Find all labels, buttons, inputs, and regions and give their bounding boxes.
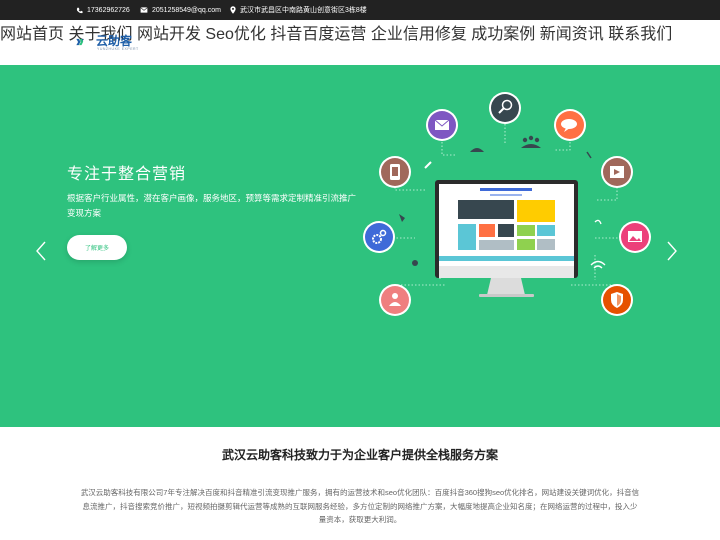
hero-description: 根据客户行业属性，潜在客户画像，服务地区，预算等需求定制精准引流推广变现方案 — [67, 193, 357, 218]
email-contact[interactable]: 2051258549@qq.com — [140, 0, 221, 20]
prev-slide-arrow-icon[interactable] — [34, 241, 48, 261]
nav-item-cases[interactable]: 成功案例 — [471, 26, 535, 43]
user-circle-icon — [379, 284, 411, 316]
chat-circle-icon — [554, 109, 586, 141]
email-address: 2051258549@qq.com — [152, 6, 221, 14]
intro-title: 武汉云助客科技致力于为企业客户提供全栈服务方案 — [221, 448, 498, 462]
phone-number: 17362962726 — [87, 6, 130, 14]
address-contact: 武汉市武昌区中南路黄山创意街区3栋8楼 — [230, 0, 367, 20]
marketing-illustration — [363, 92, 651, 316]
intro-description: 武汉云助客科技有限公司7年专注解决百度和抖音精准引流变现推广服务，拥有的运营技术… — [80, 488, 640, 524]
monitor-graphic — [435, 180, 578, 297]
nav-item-credit-repair[interactable]: 企业信用修复 — [371, 26, 467, 43]
nav-item-home[interactable]: 网站首页 — [0, 26, 64, 43]
hero-banner: 专注于整合营销 根据客户行业属性，潜在客户画像，服务地区，预算等需求定制精准引流… — [0, 65, 720, 427]
mail-circle-icon — [426, 109, 458, 141]
site-header: 云助客 YUNZHUKE EXPERT 网站首页 关于我们 网站开发 Seo优化… — [0, 20, 720, 65]
nav-item-contact[interactable]: 联系我们 — [608, 26, 672, 43]
search-circle-icon — [489, 92, 521, 124]
shield-circle-icon — [601, 284, 633, 316]
mobile-circle-icon — [379, 156, 411, 188]
nav-item-douyin-baidu[interactable]: 抖音百度运营 — [270, 26, 366, 43]
image-circle-icon — [619, 221, 651, 253]
phone-contact[interactable]: 17362962726 — [76, 0, 130, 20]
logo-mark-icon[interactable] — [76, 31, 98, 53]
logo-subtitle: YUNZHUKE EXPERT — [97, 47, 139, 51]
address-text: 武汉市武昌区中南路黄山创意街区3栋8楼 — [240, 7, 367, 14]
phone-icon — [76, 7, 83, 13]
nav-item-seo[interactable]: Seo优化 — [205, 26, 265, 43]
learn-more-button[interactable]: 了解更多 — [67, 235, 127, 260]
settings-circle-icon — [363, 221, 395, 253]
nav-item-web-dev[interactable]: 网站开发 — [137, 26, 201, 43]
nav-item-news[interactable]: 新闻资讯 — [540, 26, 604, 43]
next-slide-arrow-icon[interactable] — [665, 241, 679, 261]
location-pin-icon — [230, 6, 236, 14]
video-circle-icon — [601, 156, 633, 188]
top-bar: 17362962726 2051258549@qq.com 武汉市武昌区中南路黄… — [0, 0, 720, 20]
mail-icon — [140, 7, 148, 13]
hero-title: 专注于整合营销 — [67, 166, 187, 183]
